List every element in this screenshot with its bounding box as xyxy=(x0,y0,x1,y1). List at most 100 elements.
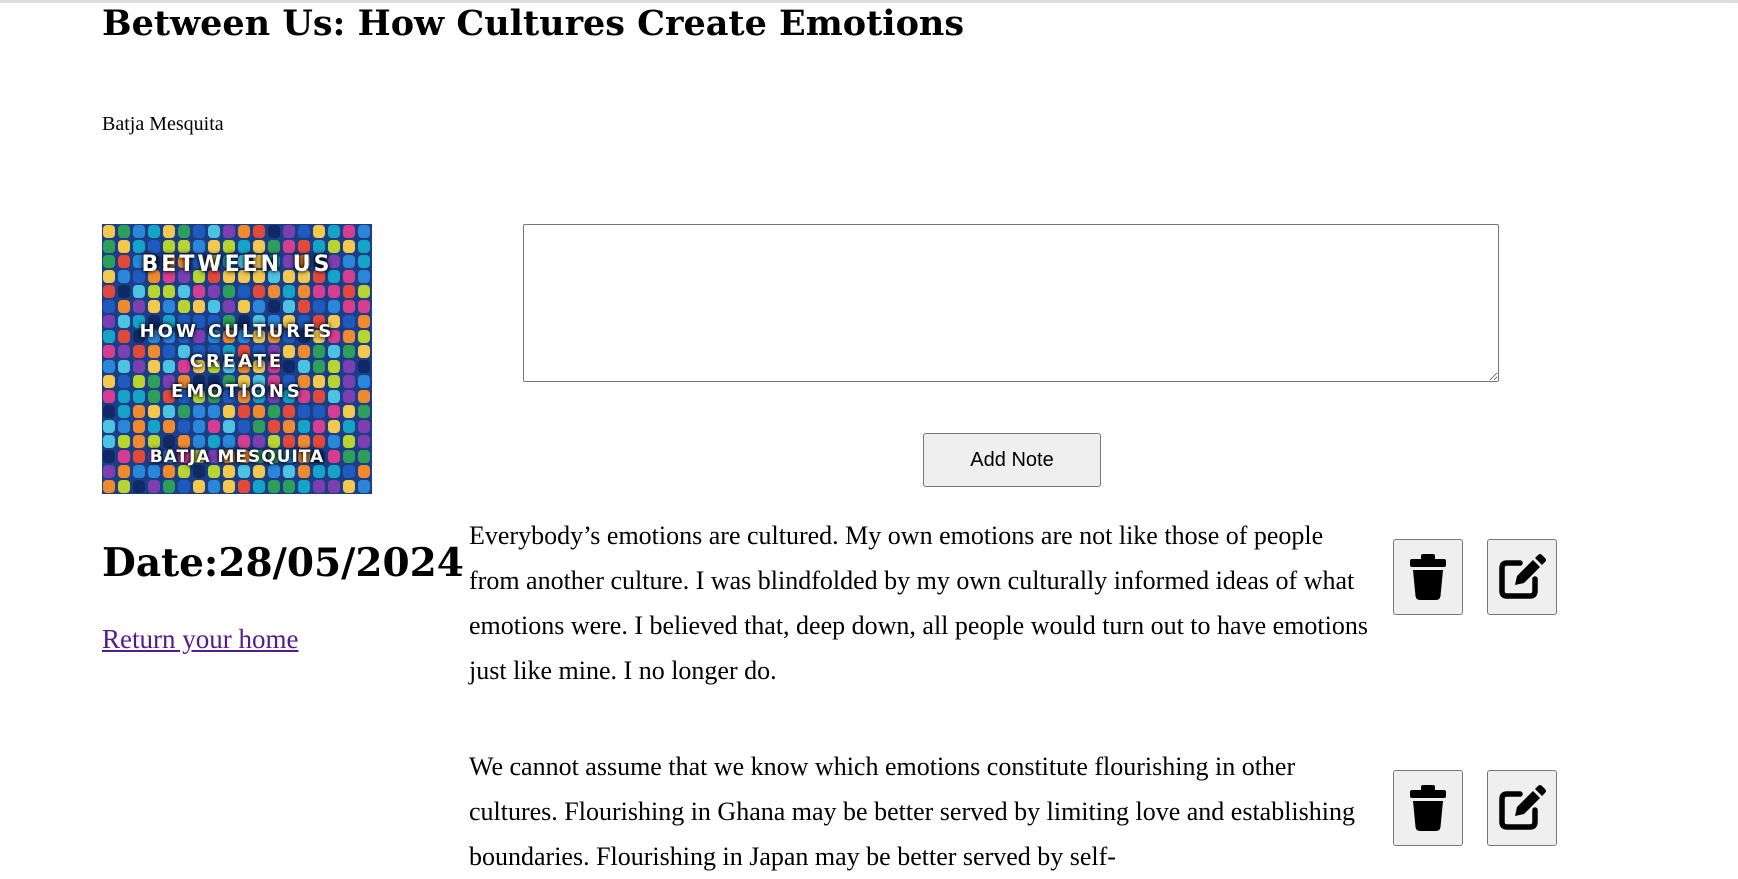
cover-tile xyxy=(358,300,370,313)
cover-tile xyxy=(223,225,235,238)
delete-note-button[interactable] xyxy=(1393,770,1463,846)
trash-icon xyxy=(1410,785,1446,831)
cover-tile xyxy=(298,405,310,418)
cover-tile xyxy=(133,285,145,298)
cover-tile xyxy=(163,300,175,313)
cover-tile xyxy=(238,300,250,313)
cover-tile xyxy=(328,300,340,313)
cover-tile xyxy=(328,405,340,418)
cover-tile xyxy=(238,405,250,418)
cover-tile xyxy=(103,300,115,313)
cover-tile xyxy=(178,405,190,418)
cover-tile xyxy=(133,225,145,238)
cover-tile xyxy=(313,285,325,298)
cover-tile xyxy=(313,225,325,238)
cover-subtitle-line: CREATE xyxy=(189,351,285,372)
cover-tile xyxy=(148,420,160,433)
cover-tile xyxy=(193,285,205,298)
cover-tile xyxy=(343,300,355,313)
cover-tile xyxy=(178,420,190,433)
cover-tile xyxy=(163,405,175,418)
cover-tile xyxy=(328,285,340,298)
note-date: Date:28/05/2024 xyxy=(102,540,464,586)
cover-tile xyxy=(283,480,295,493)
cover-tile xyxy=(298,225,310,238)
cover-tile xyxy=(283,300,295,313)
cover-tile xyxy=(193,420,205,433)
cover-subtitle-line: EMOTIONS xyxy=(171,381,303,402)
cover-tile xyxy=(328,225,340,238)
cover-tile xyxy=(343,225,355,238)
cover-tile xyxy=(283,405,295,418)
cover-tile xyxy=(313,405,325,418)
cover-tile xyxy=(268,225,280,238)
cover-tile xyxy=(148,480,160,493)
cover-tile xyxy=(358,480,370,493)
cover-tile xyxy=(223,285,235,298)
cover-tile xyxy=(298,285,310,298)
cover-tile xyxy=(358,225,370,238)
cover-tile xyxy=(358,420,370,433)
cover-tile xyxy=(163,225,175,238)
cover-tile xyxy=(103,420,115,433)
cover-tile xyxy=(148,225,160,238)
cover-tile xyxy=(223,420,235,433)
cover-tile xyxy=(238,420,250,433)
cover-tile xyxy=(193,405,205,418)
cover-tile xyxy=(208,480,220,493)
cover-tile xyxy=(223,480,235,493)
cover-tile xyxy=(148,285,160,298)
edit-note-button[interactable] xyxy=(1487,539,1557,615)
cover-tile xyxy=(193,480,205,493)
note-text: We cannot assume that we know which emot… xyxy=(469,752,1355,871)
cover-tile xyxy=(208,285,220,298)
note-textarea[interactable] xyxy=(523,224,1499,382)
cover-tile xyxy=(343,405,355,418)
add-note-button[interactable]: Add Note xyxy=(923,433,1101,487)
cover-tile xyxy=(103,225,115,238)
cover-tile xyxy=(118,405,130,418)
cover-tile xyxy=(223,300,235,313)
cover-tile xyxy=(298,420,310,433)
cover-tile xyxy=(133,420,145,433)
cover-tile xyxy=(238,480,250,493)
cover-tile xyxy=(178,225,190,238)
cover-tile xyxy=(283,225,295,238)
trash-icon xyxy=(1410,554,1446,600)
edit-icon xyxy=(1499,785,1546,830)
cover-tile xyxy=(118,225,130,238)
book-cover-image: BETWEEN US HOW CULTURES CREATE EMOTIONS … xyxy=(102,224,372,494)
edit-note-button[interactable] xyxy=(1487,770,1557,846)
cover-tile xyxy=(253,405,265,418)
delete-note-button[interactable] xyxy=(1393,539,1463,615)
cover-tile xyxy=(253,420,265,433)
cover-tile xyxy=(223,405,235,418)
edit-icon xyxy=(1499,554,1546,599)
cover-tile xyxy=(103,285,115,298)
cover-tile xyxy=(283,420,295,433)
cover-tile xyxy=(328,420,340,433)
cover-tile xyxy=(268,405,280,418)
cover-tile xyxy=(163,285,175,298)
cover-tile xyxy=(343,420,355,433)
cover-tile xyxy=(118,420,130,433)
return-home-link[interactable]: Return your home xyxy=(102,622,298,656)
cover-tile xyxy=(343,480,355,493)
cover-tile xyxy=(268,285,280,298)
cover-tile xyxy=(178,480,190,493)
cover-tile xyxy=(193,225,205,238)
cover-tile xyxy=(148,405,160,418)
cover-tile xyxy=(283,285,295,298)
cover-tile xyxy=(328,480,340,493)
cover-tile xyxy=(118,285,130,298)
cover-tile xyxy=(238,285,250,298)
cover-tile xyxy=(253,225,265,238)
cover-tile xyxy=(208,420,220,433)
book-author: Batja Mesquita xyxy=(102,113,224,135)
cover-tile xyxy=(253,480,265,493)
cover-tile xyxy=(208,300,220,313)
cover-tile xyxy=(193,300,205,313)
cover-tile xyxy=(208,225,220,238)
cover-tile xyxy=(103,480,115,493)
cover-tile xyxy=(358,285,370,298)
